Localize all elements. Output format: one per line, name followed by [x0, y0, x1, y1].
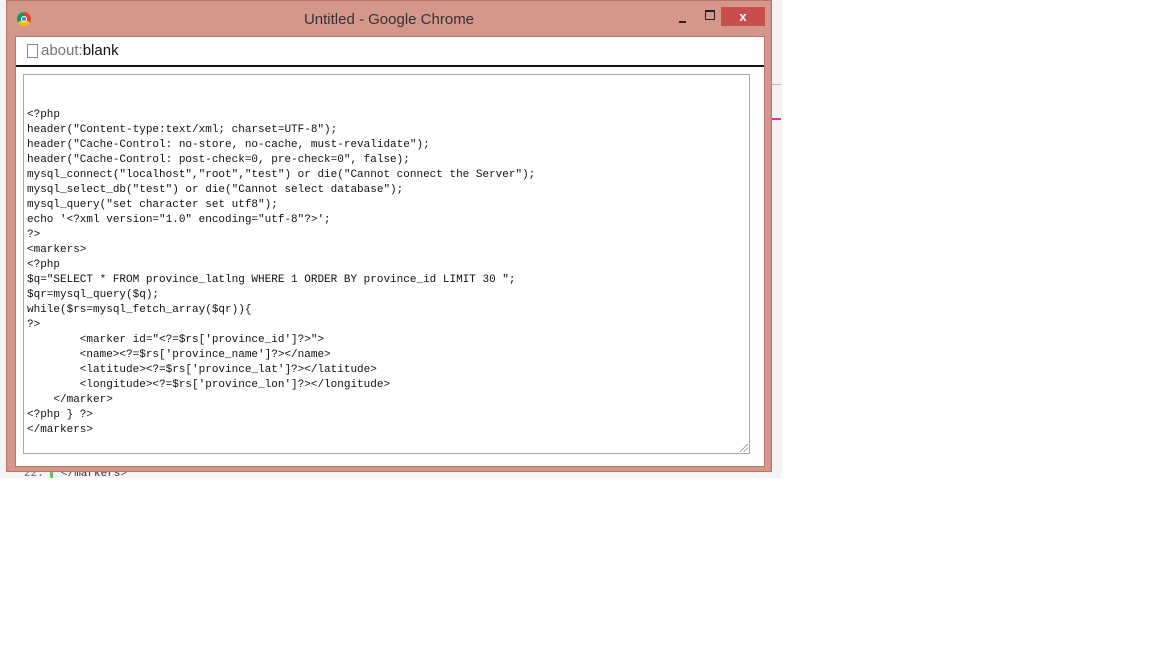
window-title: Untitled - Google Chrome	[303, 11, 475, 28]
page-content: about:blank <?php header("Content-type:te…	[15, 36, 765, 467]
code-line: $qr=mysql_query($q);	[27, 289, 160, 301]
minimize-button[interactable]	[672, 7, 692, 26]
title-bar[interactable]: Untitled - Google Chrome x	[7, 1, 771, 36]
code-line: <latitude><?=$rs['province_lat']?></lati…	[27, 364, 377, 376]
code-line: </marker>	[27, 394, 113, 406]
code-line: mysql_query("set character set utf8");	[27, 199, 278, 211]
minimize-icon	[678, 21, 686, 23]
resize-grip-icon[interactable]	[740, 444, 748, 452]
code-line: header("Content-type:text/xml; charset=U…	[27, 124, 338, 136]
page-icon	[27, 44, 38, 58]
code-textarea[interactable]: <?php header("Content-type:text/xml; char…	[23, 74, 750, 454]
code-line: <?php } ?>	[27, 409, 94, 421]
code-line: <markers>	[27, 244, 87, 256]
code-line: $q="SELECT * FROM province_latlng WHERE …	[27, 274, 516, 286]
code-line: while($rs=mysql_fetch_array($qr)){	[27, 304, 252, 316]
code-line: ?>	[27, 229, 41, 241]
maximize-icon	[705, 10, 715, 20]
url-scheme: about:	[41, 42, 83, 59]
close-button[interactable]: x	[721, 7, 765, 26]
url-text[interactable]: about:blank	[41, 42, 119, 59]
background-divider	[772, 84, 781, 85]
url-host: blank	[82, 42, 119, 59]
maximize-button[interactable]	[700, 7, 720, 26]
code-line: ?>	[27, 319, 41, 331]
code-line: <?php	[27, 259, 61, 271]
chrome-popup-window: Untitled - Google Chrome x about:blank <…	[6, 0, 772, 472]
code-line: <longitude><?=$rs['province_lon']?></lon…	[27, 379, 391, 391]
code-line: header("Cache-Control: no-store, no-cach…	[27, 139, 430, 151]
code-line: mysql_connect("localhost","root","test")…	[27, 169, 536, 181]
code-line: </markers>	[27, 424, 94, 436]
background-divider	[772, 118, 781, 120]
code-line: echo '<?xml version="1.0" encoding="utf-…	[27, 214, 331, 226]
address-bar[interactable]: about:blank	[16, 37, 764, 67]
code-line: mysql_select_db("test") or die("Cannot s…	[27, 184, 404, 196]
code-line: <marker id="<?=$rs['province_id']?>">	[27, 334, 325, 346]
code-line: header("Cache-Control: post-check=0, pre…	[27, 154, 410, 166]
code-line: <name><?=$rs['province_name']?></name>	[27, 349, 331, 361]
code-line: <?php	[27, 109, 61, 121]
